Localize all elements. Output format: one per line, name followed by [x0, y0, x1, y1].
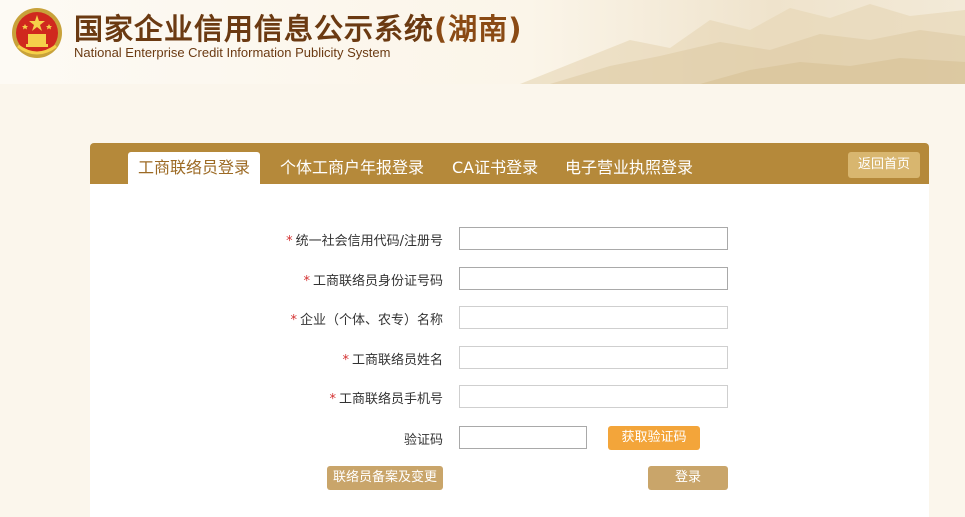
- credit-code-label: * 统一社会信用代码/注册号: [286, 234, 443, 249]
- form-actions: 联络员备案及变更 登录: [90, 466, 929, 490]
- mountain-background-image: [520, 4, 965, 84]
- tab-individual-annual-report-login[interactable]: 个体工商户年报登录: [280, 152, 424, 184]
- required-mark: *: [286, 234, 293, 249]
- national-emblem-icon: [12, 8, 62, 58]
- form-row-id-number: * 工商联络员身份证号码: [90, 267, 929, 291]
- captcha-input[interactable]: [459, 426, 587, 449]
- login-panel: 工商联络员登录 个体工商户年报登录 CA证书登录 电子营业执照登录 返回首页 *…: [90, 143, 929, 517]
- required-mark: *: [342, 353, 349, 368]
- required-mark: *: [290, 313, 297, 328]
- phone-input[interactable]: [459, 385, 728, 408]
- enterprise-name-label: * 企业（个体、农专）名称: [290, 313, 443, 328]
- enterprise-name-input[interactable]: [459, 306, 728, 329]
- site-title-english: National Enterprise Credit Information P…: [74, 45, 391, 60]
- form-row-captcha: 验证码 获取验证码: [90, 426, 929, 450]
- site-header: 国家企业信用信息公示系统(湖南) National Enterprise Cre…: [0, 0, 965, 84]
- login-tab-bar: 工商联络员登录 个体工商户年报登录 CA证书登录 电子营业执照登录 返回首页: [90, 143, 929, 184]
- form-row-credit-code: * 统一社会信用代码/注册号: [90, 227, 929, 251]
- form-row-phone: * 工商联络员手机号: [90, 385, 929, 409]
- liaison-register-change-button[interactable]: 联络员备案及变更: [327, 466, 443, 490]
- tab-liaison-login[interactable]: 工商联络员登录: [128, 152, 261, 184]
- liaison-name-label: * 工商联络员姓名: [342, 353, 443, 368]
- site-title-main: 国家企业信用信息公示系统: [74, 12, 435, 46]
- get-captcha-button[interactable]: 获取验证码: [608, 426, 700, 450]
- site-title-province: (湖南): [434, 12, 523, 46]
- form-row-liaison-name: * 工商联络员姓名: [90, 346, 929, 370]
- id-number-label: * 工商联络员身份证号码: [303, 274, 443, 289]
- captcha-label: 验证码: [403, 433, 443, 448]
- phone-label: * 工商联络员手机号: [329, 392, 443, 407]
- form-row-enterprise-name: * 企业（个体、农专）名称: [90, 306, 929, 330]
- site-title: 国家企业信用信息公示系统(湖南): [74, 6, 523, 48]
- login-button[interactable]: 登录: [648, 466, 728, 490]
- liaison-name-input[interactable]: [459, 346, 728, 369]
- credit-code-input[interactable]: [459, 227, 728, 250]
- tab-e-license-login[interactable]: 电子营业执照登录: [565, 152, 693, 184]
- tab-ca-certificate-login[interactable]: CA证书登录: [452, 152, 538, 184]
- required-mark: *: [303, 274, 310, 289]
- required-mark: *: [329, 392, 336, 407]
- back-home-button[interactable]: 返回首页: [848, 152, 920, 178]
- id-number-input[interactable]: [459, 267, 728, 290]
